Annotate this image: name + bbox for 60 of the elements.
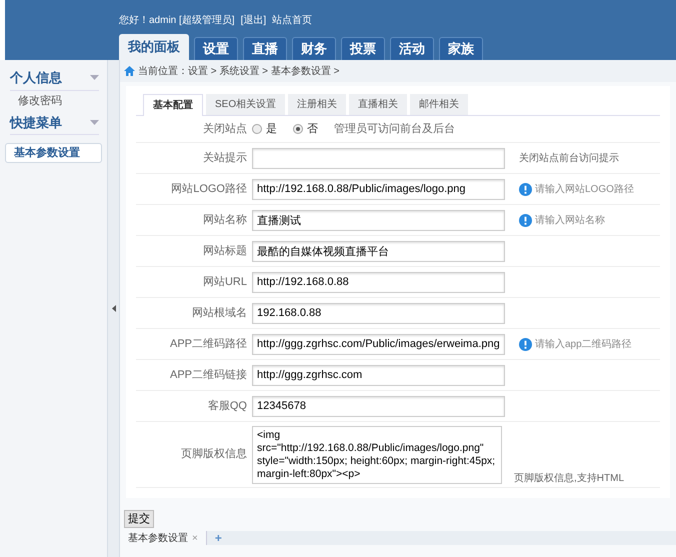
chevron-icon[interactable] xyxy=(90,75,99,80)
info-icon xyxy=(519,182,532,196)
field-label: APP二维码路径 xyxy=(170,338,247,350)
settings-tab[interactable]: 基本配置 xyxy=(143,94,203,116)
field-label: 关闭站点 xyxy=(203,122,247,135)
radio-button[interactable] xyxy=(252,124,262,134)
text-field[interactable]: 最酷的自媒体视频直播平台 xyxy=(252,240,505,262)
home-icon[interactable] xyxy=(124,66,135,76)
nav-tab[interactable]: 财务 xyxy=(292,37,336,60)
field-note: 页脚版权信息,支持HTML xyxy=(514,472,624,486)
text-field[interactable]: 12345678 xyxy=(252,396,505,416)
nav-tab[interactable]: 设置 xyxy=(194,37,238,60)
field-note: 管理员可访问前台及后台 xyxy=(334,122,455,137)
sidebar-group-title[interactable]: 快捷菜单 xyxy=(10,112,62,132)
greeting-text: 您好！admin [超级管理员] xyxy=(119,14,235,28)
nav-tab[interactable]: 我的面板 xyxy=(119,34,189,60)
header-link[interactable]: 站点首页 xyxy=(272,12,312,28)
text-field[interactable]: 直播测试 xyxy=(252,210,505,230)
settings-tab[interactable]: 邮件相关 xyxy=(410,94,468,115)
field-hint: 请输入网站LOGO路径 xyxy=(535,182,634,196)
settings-tab[interactable]: SEO相关设置 xyxy=(206,94,286,115)
text-area[interactable]: <img src="http://192.168.0.88/Public/images/logo.png" style="width:150px; height:60px; margin-right:45px; margin-left:80px"><p> xyxy=(252,426,502,484)
chevron-icon[interactable] xyxy=(90,120,99,125)
text-field[interactable]: http://192.168.0.88/Public/images/logo.png xyxy=(252,178,505,200)
text-field[interactable]: http://ggg.zgrhsc.com xyxy=(252,364,505,386)
text-field[interactable]: http://ggg.zgrhsc.com/Public/images/erweima.png xyxy=(252,334,505,354)
nav-tab[interactable]: 投票 xyxy=(341,37,385,60)
page-tab[interactable]: 基本参数设置 × xyxy=(120,531,207,545)
field-hint: 请输入app二维码路径 xyxy=(535,338,632,352)
field-label: 网站LOGO路径 xyxy=(171,182,247,195)
field-label: APP二维码链接 xyxy=(170,368,247,381)
field-hint: 请输入网站名称 xyxy=(535,214,605,228)
settings-tab[interactable]: 直播相关 xyxy=(349,94,408,115)
header-link[interactable]: [退出] xyxy=(240,12,266,28)
field-label: 页脚版权信息 xyxy=(181,448,247,460)
radio-option[interactable]: 否 xyxy=(293,120,318,138)
info-icon xyxy=(519,214,532,226)
settings-tab[interactable]: 注册相关 xyxy=(288,94,346,115)
nav-tab[interactable]: 直播 xyxy=(243,37,287,60)
field-note: 关闭站点前台访问提示 xyxy=(519,152,619,166)
field-label: 网站根域名 xyxy=(192,306,247,319)
text-field[interactable] xyxy=(252,148,505,168)
field-label: 网站名称 xyxy=(203,214,247,226)
breadcrumb-text: 当前位置：设置 > 系统设置 > 基本参数设置 > xyxy=(138,64,340,78)
sidebar-item[interactable]: 修改密码 xyxy=(18,94,107,110)
radio-option[interactable]: 是 xyxy=(252,120,277,138)
sidebar-group-title[interactable]: 个人信息 xyxy=(10,68,62,88)
collapse-arrow-icon[interactable] xyxy=(112,305,116,312)
field-label: 客服QQ xyxy=(208,400,247,412)
text-field[interactable]: http://192.168.0.88 xyxy=(252,272,505,292)
radio-button[interactable] xyxy=(293,124,303,134)
sidebar-item[interactable]: 基本参数设置 xyxy=(5,143,102,163)
nav-tab[interactable]: 活动 xyxy=(390,37,434,60)
submit-button[interactable]: 提交 xyxy=(124,510,154,528)
info-icon xyxy=(519,338,532,350)
text-field[interactable]: 192.168.0.88 xyxy=(252,302,505,324)
nav-tab[interactable]: 家族 xyxy=(439,37,483,60)
field-label: 网站URL xyxy=(202,276,247,288)
field-label: 网站标题 xyxy=(203,244,247,257)
field-label: 关站提示 xyxy=(203,152,247,164)
